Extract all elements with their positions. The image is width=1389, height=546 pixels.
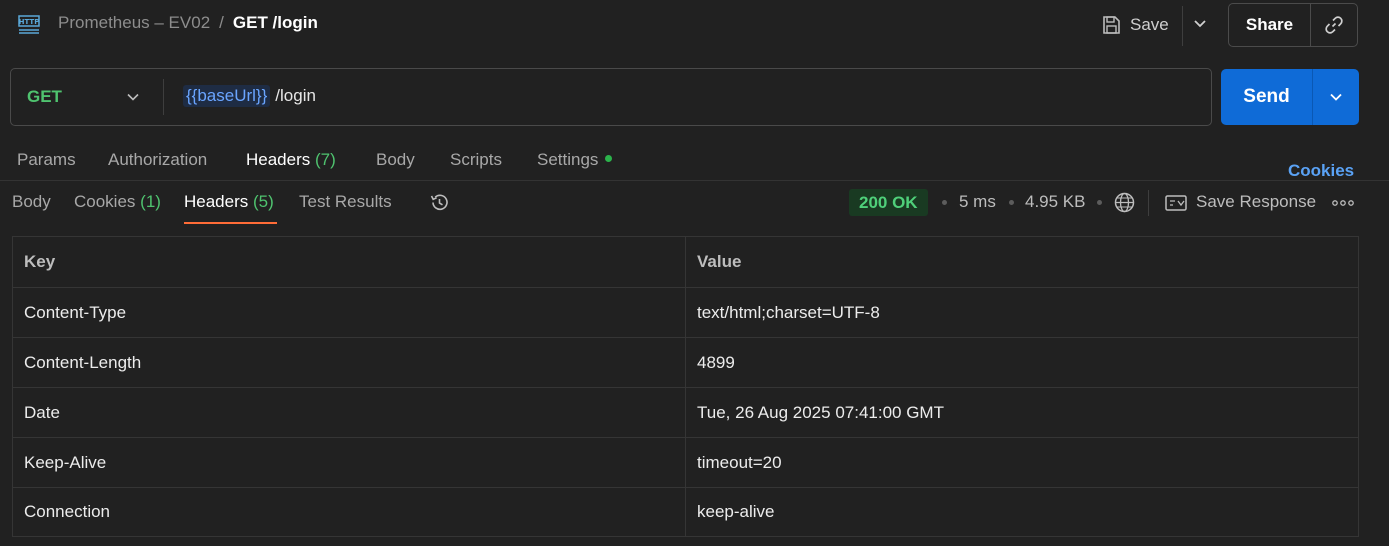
tab-label: Cookies bbox=[74, 192, 136, 211]
settings-modified-dot bbox=[605, 155, 613, 163]
response-tab-body[interactable]: Body bbox=[12, 192, 51, 212]
send-options-button[interactable] bbox=[1313, 69, 1359, 125]
meta-separator-dot bbox=[1009, 200, 1014, 205]
meta-separator-dot bbox=[942, 200, 947, 205]
tab-label: Settings bbox=[537, 150, 599, 169]
tab-label: Headers bbox=[246, 150, 311, 169]
tab-body[interactable]: Body bbox=[376, 150, 415, 170]
save-icon bbox=[1103, 16, 1120, 34]
status-badge[interactable]: 200 OK bbox=[849, 189, 928, 216]
save-response-icon[interactable] bbox=[1164, 193, 1188, 213]
column-header-key: Key bbox=[13, 237, 686, 287]
svg-text:HTTP: HTTP bbox=[19, 18, 40, 26]
response-tab-cookies[interactable]: Cookies (1) bbox=[74, 192, 161, 212]
tab-params[interactable]: Params bbox=[17, 150, 76, 170]
tab-label: Test Results bbox=[299, 192, 392, 211]
method-select[interactable]: GET bbox=[27, 87, 62, 107]
header-key[interactable]: Date bbox=[13, 388, 686, 437]
header-key[interactable]: Content-Type bbox=[13, 288, 686, 337]
request-tabs: Params Authorization Headers (7) Body Sc… bbox=[0, 144, 1389, 178]
table-row: Content-Length 4899 bbox=[13, 338, 1358, 388]
header-value[interactable]: timeout=20 bbox=[686, 438, 1358, 487]
header-value[interactable]: 4899 bbox=[686, 338, 1358, 387]
cookies-link[interactable]: Cookies bbox=[1288, 161, 1354, 181]
http-request-icon: HTTP bbox=[18, 15, 40, 34]
url-divider bbox=[163, 79, 164, 115]
meta-divider bbox=[1148, 190, 1149, 216]
tab-scripts[interactable]: Scripts bbox=[450, 150, 502, 170]
header-key[interactable]: Content-Length bbox=[13, 338, 686, 387]
table-header-row: Key Value bbox=[13, 237, 1358, 288]
save-response-button[interactable]: Save Response bbox=[1196, 192, 1316, 212]
tab-headers[interactable]: Headers (7) bbox=[246, 150, 336, 170]
request-name[interactable]: GET /login bbox=[233, 13, 318, 33]
header-key[interactable]: Keep-Alive bbox=[13, 438, 686, 487]
tab-settings[interactable]: Settings bbox=[537, 150, 613, 170]
save-button[interactable]: Save bbox=[1100, 8, 1169, 42]
tab-label: Authorization bbox=[108, 150, 208, 169]
section-divider bbox=[0, 180, 1389, 181]
table-row: Connection keep-alive bbox=[13, 488, 1358, 536]
tab-label: Headers bbox=[184, 192, 249, 211]
column-header-value: Value bbox=[697, 252, 742, 271]
table-row: Content-Type text/html;charset=UTF-8 bbox=[13, 288, 1358, 338]
url-input[interactable]: {{baseUrl}} /login bbox=[183, 85, 316, 107]
meta-separator-dot bbox=[1097, 200, 1102, 205]
save-label: Save bbox=[1130, 15, 1169, 34]
send-group: Send bbox=[1221, 69, 1359, 125]
breadcrumb-separator: / bbox=[219, 13, 224, 32]
save-divider bbox=[1182, 6, 1183, 46]
header-value[interactable]: Tue, 26 Aug 2025 07:41:00 GMT bbox=[686, 388, 1358, 437]
tab-count: (1) bbox=[140, 192, 161, 211]
tab-count: (7) bbox=[315, 150, 336, 169]
breadcrumb-collection[interactable]: Prometheus – EV02 bbox=[58, 13, 210, 33]
history-icon[interactable] bbox=[428, 191, 451, 214]
header-key[interactable]: Connection bbox=[13, 488, 686, 536]
response-time[interactable]: 5 ms bbox=[959, 192, 996, 212]
chevron-down-icon[interactable] bbox=[124, 88, 142, 106]
url-bar: GET {{baseUrl}} /login bbox=[10, 68, 1212, 126]
base-url-variable: {{baseUrl}} bbox=[183, 85, 271, 107]
tab-label: Body bbox=[12, 192, 51, 211]
send-button[interactable]: Send bbox=[1221, 69, 1313, 125]
copy-link-button[interactable] bbox=[1311, 4, 1357, 46]
response-headers-table: Key Value Content-Type text/html;charset… bbox=[12, 236, 1359, 537]
url-path: /login bbox=[275, 86, 316, 105]
tab-label: Params bbox=[17, 150, 76, 169]
response-tab-test-results[interactable]: Test Results bbox=[299, 192, 392, 212]
response-size[interactable]: 4.95 KB bbox=[1025, 192, 1086, 212]
request-header: HTTP Prometheus – EV02 / GET /login Save… bbox=[0, 0, 1389, 52]
header-value[interactable]: keep-alive bbox=[686, 488, 1358, 536]
header-value[interactable]: text/html;charset=UTF-8 bbox=[686, 288, 1358, 337]
breadcrumb: Prometheus – EV02 / GET /login bbox=[58, 13, 318, 33]
globe-icon[interactable] bbox=[1113, 191, 1136, 214]
share-button[interactable]: Share bbox=[1229, 4, 1311, 46]
table-row: Keep-Alive timeout=20 bbox=[13, 438, 1358, 488]
tab-label: Body bbox=[376, 150, 415, 169]
response-tab-headers[interactable]: Headers (5) bbox=[184, 192, 274, 212]
link-icon bbox=[1325, 16, 1343, 34]
chevron-down-icon[interactable] bbox=[1190, 14, 1210, 34]
tab-label: Scripts bbox=[450, 150, 502, 169]
chevron-down-icon bbox=[1330, 93, 1342, 101]
table-row: Date Tue, 26 Aug 2025 07:41:00 GMT bbox=[13, 388, 1358, 438]
share-group: Share bbox=[1228, 3, 1358, 47]
tab-count: (5) bbox=[253, 192, 274, 211]
more-options-icon[interactable] bbox=[1331, 196, 1355, 210]
active-tab-underline bbox=[184, 222, 277, 224]
tab-authorization[interactable]: Authorization bbox=[108, 150, 207, 170]
